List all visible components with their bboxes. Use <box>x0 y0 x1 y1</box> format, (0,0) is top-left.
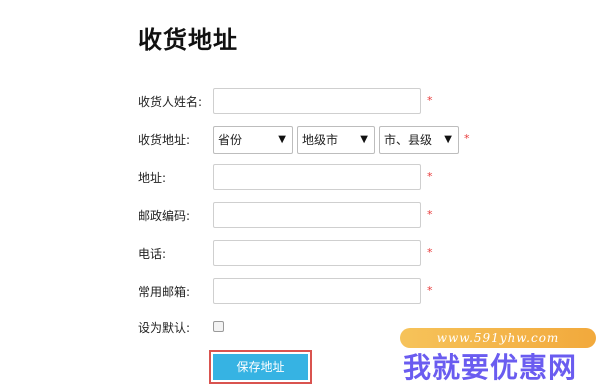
street-label: 地址: <box>138 171 167 185</box>
chevron-down-icon: ▼ <box>360 134 368 145</box>
province-select[interactable]: 省份 ▼ <box>213 126 293 154</box>
email-required-mark: * <box>427 284 433 297</box>
chevron-down-icon: ▼ <box>278 134 286 145</box>
watermark-url: www.591yhw.com <box>400 328 596 348</box>
save-address-button[interactable]: 保存地址 <box>213 354 308 380</box>
default-label: 设为默认: <box>138 321 191 335</box>
postcode-label: 邮政编码: <box>138 209 191 223</box>
postcode-row: 邮政编码: * <box>0 202 600 230</box>
district-select-value: 市、县级 <box>384 133 433 147</box>
region-required-mark: * <box>464 132 470 145</box>
name-label: 收货人姓名: <box>138 95 203 109</box>
name-required-mark: * <box>427 94 433 107</box>
default-checkbox[interactable] <box>213 321 224 332</box>
save-button-outline: 保存地址 <box>209 350 312 384</box>
province-select-value: 省份 <box>218 133 243 147</box>
phone-label: 电话: <box>138 247 167 261</box>
city-select-value: 地级市 <box>302 133 339 147</box>
region-label: 收货地址: <box>138 133 191 147</box>
district-select[interactable]: 市、县级 ▼ <box>379 126 459 154</box>
region-row: 收货地址: 省份 ▼ 地级市 ▼ 市、县级 ▼ * <box>0 126 600 154</box>
phone-required-mark: * <box>427 246 433 259</box>
email-input[interactable] <box>213 278 421 304</box>
chevron-down-icon: ▼ <box>444 134 452 145</box>
page-title: 收货地址 <box>138 25 238 54</box>
phone-input[interactable] <box>213 240 421 266</box>
postcode-required-mark: * <box>427 208 433 221</box>
city-select[interactable]: 地级市 ▼ <box>297 126 375 154</box>
watermark-logo-text: 我就要优惠网 <box>403 351 578 384</box>
name-row: 收货人姓名: * <box>0 88 600 116</box>
phone-row: 电话: * <box>0 240 600 268</box>
email-label: 常用邮箱: <box>138 285 191 299</box>
email-row: 常用邮箱: * <box>0 278 600 306</box>
street-input[interactable] <box>213 164 421 190</box>
street-row: 地址: * <box>0 164 600 192</box>
postcode-input[interactable] <box>213 202 421 228</box>
street-required-mark: * <box>427 170 433 183</box>
name-input[interactable] <box>213 88 421 114</box>
